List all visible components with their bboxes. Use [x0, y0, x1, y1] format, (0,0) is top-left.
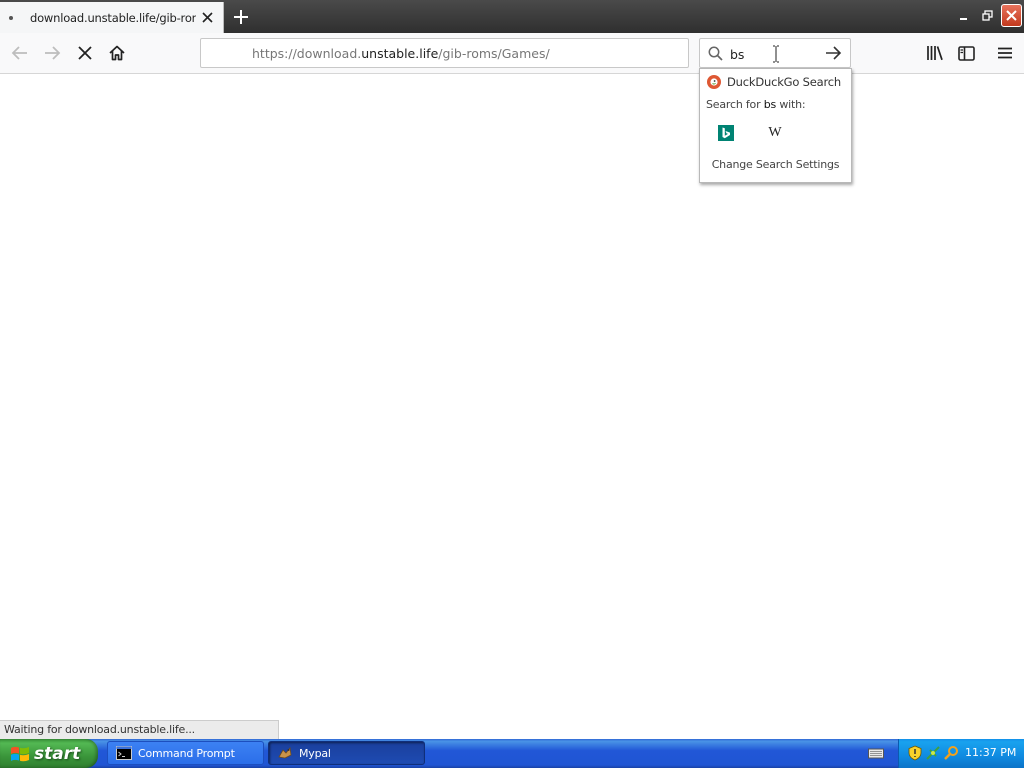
navigation-toolbar: https://download.unstable.life/gib-roms/… — [0, 33, 1024, 74]
taskbar-item-label: Command Prompt — [138, 746, 235, 760]
change-search-settings-button[interactable]: Change Search Settings — [700, 158, 851, 171]
cmd-icon — [116, 746, 132, 760]
taskbar: start Command Prompt Mypal 11:37 PM — [0, 739, 1024, 768]
search-icon — [708, 46, 723, 64]
sidebar-button[interactable] — [953, 39, 979, 67]
mypal-icon — [278, 747, 292, 759]
url-prefix: https://download. — [252, 46, 362, 61]
url-path: /gib-roms/Games/ — [438, 46, 550, 61]
library-button[interactable] — [922, 39, 948, 67]
tab-close-icon[interactable] — [200, 10, 214, 24]
text-cursor-icon — [772, 45, 780, 63]
status-text: Waiting for download.unstable.life... — [4, 723, 195, 736]
title-bar: download.unstable.life/gib-roms/G — [0, 0, 1024, 33]
bing-icon[interactable] — [718, 125, 734, 141]
search-for-label: Search for bs with: — [706, 98, 806, 111]
restore-button[interactable] — [977, 4, 998, 27]
forward-button[interactable] — [39, 39, 67, 67]
wikipedia-icon[interactable]: W — [766, 125, 784, 141]
menu-button[interactable] — [992, 39, 1018, 67]
start-label: start — [34, 743, 81, 764]
search-tray-icon[interactable] — [943, 745, 959, 761]
tab-title: download.unstable.life/gib-roms/G — [30, 10, 196, 25]
home-button[interactable] — [103, 39, 131, 67]
search-go-icon[interactable] — [825, 45, 843, 64]
windows-logo-icon — [11, 746, 29, 761]
search-for-prefix: Search for — [706, 98, 761, 111]
url-text: https://download.unstable.life/gib-roms/… — [252, 46, 550, 61]
close-window-button[interactable] — [1001, 4, 1022, 27]
search-for-term: bs — [763, 98, 777, 111]
network-icon[interactable] — [925, 745, 941, 761]
minimize-button[interactable] — [953, 4, 974, 27]
default-engine-option[interactable]: DuckDuckGo Search — [700, 72, 851, 92]
search-dropdown: DuckDuckGo Search Search for bs with: W … — [699, 68, 852, 183]
taskbar-item-command-prompt[interactable]: Command Prompt — [107, 741, 264, 765]
default-engine-label: DuckDuckGo Search — [727, 75, 841, 89]
security-shield-icon[interactable] — [907, 745, 923, 761]
start-button[interactable]: start — [0, 739, 98, 768]
duckduckgo-icon — [707, 75, 721, 89]
status-bar: Waiting for download.unstable.life... — [0, 720, 279, 739]
url-domain: unstable.life — [361, 46, 439, 61]
search-bar[interactable] — [699, 38, 851, 68]
clock: 11:37 PM — [965, 746, 1017, 759]
back-button[interactable] — [5, 39, 33, 67]
stop-button[interactable] — [71, 39, 99, 67]
keyboard-icon[interactable] — [868, 746, 884, 760]
new-tab-button[interactable] — [230, 6, 252, 28]
active-tab[interactable]: download.unstable.life/gib-roms/G — [0, 2, 224, 33]
tab-loading-icon — [9, 15, 13, 20]
url-bar[interactable]: https://download.unstable.life/gib-roms/… — [200, 38, 689, 68]
search-for-suffix: with: — [779, 98, 806, 111]
taskbar-item-mypal[interactable]: Mypal — [268, 741, 425, 765]
taskbar-item-label: Mypal — [299, 746, 331, 760]
